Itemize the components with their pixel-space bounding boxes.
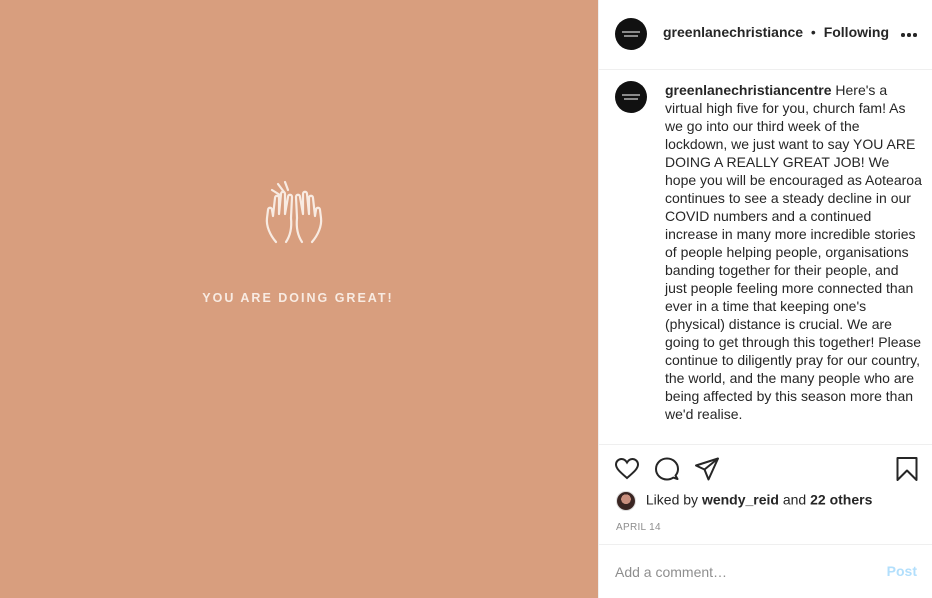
caption: greenlanechristiancentre Here's a virtua… (665, 81, 923, 423)
header-text: greenlanechristiancentre • Following (663, 24, 889, 40)
likes-summary: Liked by wendy_reid and 22 others (616, 491, 872, 511)
post-sidebar: greenlanechristiancentre • Following gre… (598, 0, 932, 598)
caption-area: greenlanechristiancentre Here's a virtua… (599, 70, 932, 444)
post-header: greenlanechristiancentre • Following (599, 0, 932, 70)
share-icon[interactable] (694, 456, 720, 482)
account-avatar[interactable] (615, 18, 647, 50)
bookmark-icon[interactable] (894, 456, 920, 482)
liker-username-link[interactable]: wendy_reid (702, 492, 779, 508)
likes-others-link[interactable]: 22 others (810, 492, 872, 508)
liker-avatar[interactable] (616, 491, 636, 511)
likes-conjunction: and (782, 491, 807, 508)
header-separator: • (810, 24, 816, 40)
header-username-link[interactable]: greenlanechristiancentre (663, 24, 803, 40)
following-button[interactable]: Following (824, 24, 889, 40)
caption-username-link[interactable]: greenlanechristiancentre (665, 82, 832, 98)
heart-icon[interactable] (614, 456, 640, 482)
post-comment-button[interactable]: Post (887, 563, 917, 579)
high-five-hands-icon (265, 180, 323, 244)
caption-avatar[interactable] (615, 81, 647, 113)
comment-box: Post (599, 544, 932, 598)
post-date[interactable]: APRIL 14 (616, 522, 661, 533)
post-image[interactable]: YOU ARE DOING GREAT! (0, 0, 598, 598)
comment-icon[interactable] (654, 456, 680, 482)
comment-input[interactable] (615, 561, 865, 583)
post-tagline: YOU ARE DOING GREAT! (202, 291, 394, 305)
more-options-icon[interactable] (901, 32, 917, 38)
action-bar: Liked by wendy_reid and 22 others APRIL … (599, 444, 932, 544)
caption-text: Here's a virtual high five for you, chur… (665, 82, 922, 422)
likes-prefix: Liked by (645, 491, 699, 508)
